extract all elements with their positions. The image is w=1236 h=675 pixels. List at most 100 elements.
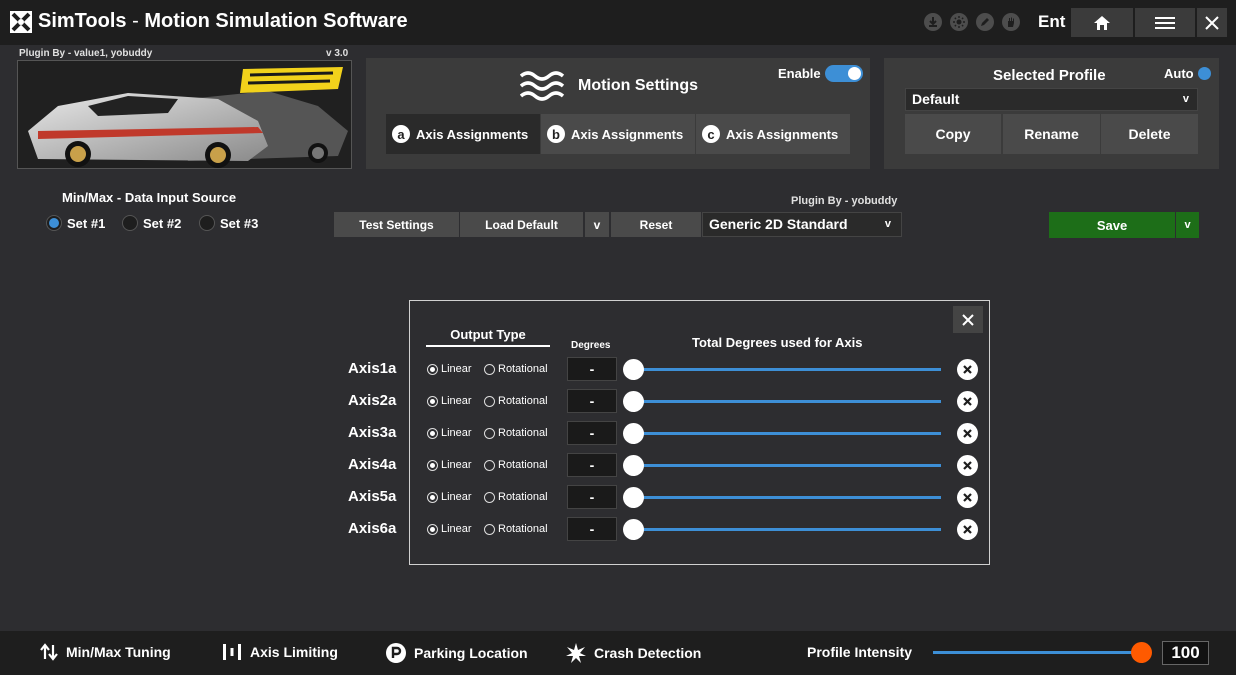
hand-icon[interactable] xyxy=(1002,13,1020,31)
auto-indicator[interactable] xyxy=(1198,67,1211,80)
output-linear-option[interactable]: Linear xyxy=(427,427,472,439)
clear-axis-button[interactable] xyxy=(957,359,978,380)
output-linear-option[interactable]: Linear xyxy=(427,491,472,503)
reset-button[interactable]: Reset xyxy=(611,212,701,237)
clear-axis-button[interactable] xyxy=(957,423,978,444)
sun-icon[interactable] xyxy=(950,13,968,31)
load-default-dropdown-button[interactable]: v xyxy=(585,212,609,237)
delete-button[interactable]: Delete xyxy=(1101,114,1198,154)
degrees-input[interactable]: - xyxy=(567,485,617,509)
min-max-tuning-button[interactable]: Min/Max Tuning xyxy=(40,643,171,661)
output-linear-option[interactable]: Linear xyxy=(427,523,472,535)
tab-axis-assignments-c[interactable]: c Axis Assignments xyxy=(696,114,850,154)
radio-button[interactable] xyxy=(427,523,438,535)
save-button[interactable]: Save xyxy=(1049,212,1175,238)
radio-button[interactable] xyxy=(484,395,495,407)
output-rotational-option[interactable]: Rotational xyxy=(484,427,548,439)
radio-button[interactable] xyxy=(484,363,495,375)
degrees-input[interactable]: - xyxy=(567,453,617,477)
plugin-author-label: Plugin By - yobuddy xyxy=(791,195,898,207)
output-linear-option[interactable]: Linear xyxy=(427,395,472,407)
radio-button[interactable] xyxy=(427,491,438,503)
profile-intensity-value[interactable]: 100 xyxy=(1162,641,1209,665)
auto-label: Auto xyxy=(1164,66,1194,81)
plugin-authors: Plugin By - value1, yobuddy xyxy=(19,48,153,59)
close-window-button[interactable] xyxy=(1197,8,1227,37)
degrees-slider-knob[interactable] xyxy=(623,423,644,444)
menu-button[interactable] xyxy=(1135,8,1195,37)
clear-axis-button[interactable] xyxy=(957,391,978,412)
dialog-close-button[interactable] xyxy=(953,306,983,333)
save-dropdown-button[interactable]: v xyxy=(1176,212,1199,238)
total-degrees-header: Total Degrees used for Axis xyxy=(692,335,863,350)
clear-axis-button[interactable] xyxy=(957,487,978,508)
tab-axis-assignments-b[interactable]: b Axis Assignments xyxy=(541,114,695,154)
axis-limiting-button[interactable]: Axis Limiting xyxy=(222,643,338,661)
crash-detection-button[interactable]: Crash Detection xyxy=(566,643,701,663)
degrees-input[interactable]: - xyxy=(567,389,617,413)
radio-set-3[interactable]: Set #3 xyxy=(199,215,258,231)
rename-button[interactable]: Rename xyxy=(1003,114,1100,154)
radio-set-1[interactable]: Set #1 xyxy=(46,215,105,231)
radio-button[interactable] xyxy=(46,215,62,231)
degrees-input[interactable]: - xyxy=(567,421,617,445)
tab-axis-assignments-a[interactable]: a Axis Assignments xyxy=(386,114,540,154)
radio-button[interactable] xyxy=(122,215,138,231)
chevron-down-icon: v xyxy=(884,218,891,230)
axis-label: Axis5a xyxy=(348,488,397,505)
radio-button[interactable] xyxy=(427,395,438,407)
clear-axis-button[interactable] xyxy=(957,455,978,476)
copy-button[interactable]: Copy xyxy=(905,114,1001,154)
profile-intensity-slider-track[interactable] xyxy=(933,651,1143,654)
output-rotational-option[interactable]: Rotational xyxy=(484,459,548,471)
degrees-slider-knob[interactable] xyxy=(623,455,644,476)
degrees-slider-knob[interactable] xyxy=(623,391,644,412)
radio-button[interactable] xyxy=(484,459,495,471)
simtools-logo-icon xyxy=(10,11,32,33)
degrees-slider-knob[interactable] xyxy=(623,519,644,540)
parking-location-button[interactable]: Parking Location xyxy=(386,643,528,663)
degrees-input[interactable]: - xyxy=(567,517,617,541)
option-label: Rotational xyxy=(498,459,548,471)
radio-button[interactable] xyxy=(427,459,438,471)
radio-button[interactable] xyxy=(484,491,495,503)
pencil-icon[interactable] xyxy=(976,13,994,31)
profile-dropdown[interactable]: Default v xyxy=(905,88,1198,111)
degrees-slider-track[interactable] xyxy=(633,496,941,499)
radio-button[interactable] xyxy=(484,523,495,535)
degrees-slider-track[interactable] xyxy=(633,400,941,403)
output-rotational-option[interactable]: Rotational xyxy=(484,523,548,535)
degrees-slider-knob[interactable] xyxy=(623,359,644,380)
bottom-item-label: Parking Location xyxy=(414,645,528,661)
test-settings-button[interactable]: Test Settings xyxy=(334,212,459,237)
option-label: Rotational xyxy=(498,363,548,375)
load-default-button[interactable]: Load Default xyxy=(460,212,583,237)
radio-button[interactable] xyxy=(427,427,438,439)
degrees-slider-track[interactable] xyxy=(633,368,941,371)
radio-set-2[interactable]: Set #2 xyxy=(122,215,181,231)
output-rotational-option[interactable]: Rotational xyxy=(484,395,548,407)
download-icon[interactable] xyxy=(924,13,942,31)
output-linear-option[interactable]: Linear xyxy=(427,459,472,471)
plugin-dropdown[interactable]: Generic 2D Standard v xyxy=(702,212,902,237)
radio-button[interactable] xyxy=(427,363,438,375)
degrees-slider-knob[interactable] xyxy=(623,487,644,508)
output-linear-option[interactable]: Linear xyxy=(427,363,472,375)
radio-button[interactable] xyxy=(484,427,495,439)
degrees-slider-track[interactable] xyxy=(633,528,941,531)
data-input-source-title: Min/Max - Data Input Source xyxy=(62,190,237,205)
output-rotational-option[interactable]: Rotational xyxy=(484,491,548,503)
profile-intensity-slider-knob[interactable] xyxy=(1131,642,1152,663)
radio-button[interactable] xyxy=(199,215,215,231)
home-button[interactable] xyxy=(1071,8,1133,37)
degrees-slider-track[interactable] xyxy=(633,432,941,435)
clear-axis-button[interactable] xyxy=(957,519,978,540)
degrees-input[interactable]: - xyxy=(567,357,617,381)
bottom-item-label: Crash Detection xyxy=(594,645,702,661)
degrees-slider-track[interactable] xyxy=(633,464,941,467)
edition-label: Ent xyxy=(1038,12,1066,31)
output-rotational-option[interactable]: Rotational xyxy=(484,363,548,375)
option-label: Rotational xyxy=(498,427,548,439)
app-name: SimTools xyxy=(38,10,127,32)
enable-toggle[interactable] xyxy=(825,65,863,82)
